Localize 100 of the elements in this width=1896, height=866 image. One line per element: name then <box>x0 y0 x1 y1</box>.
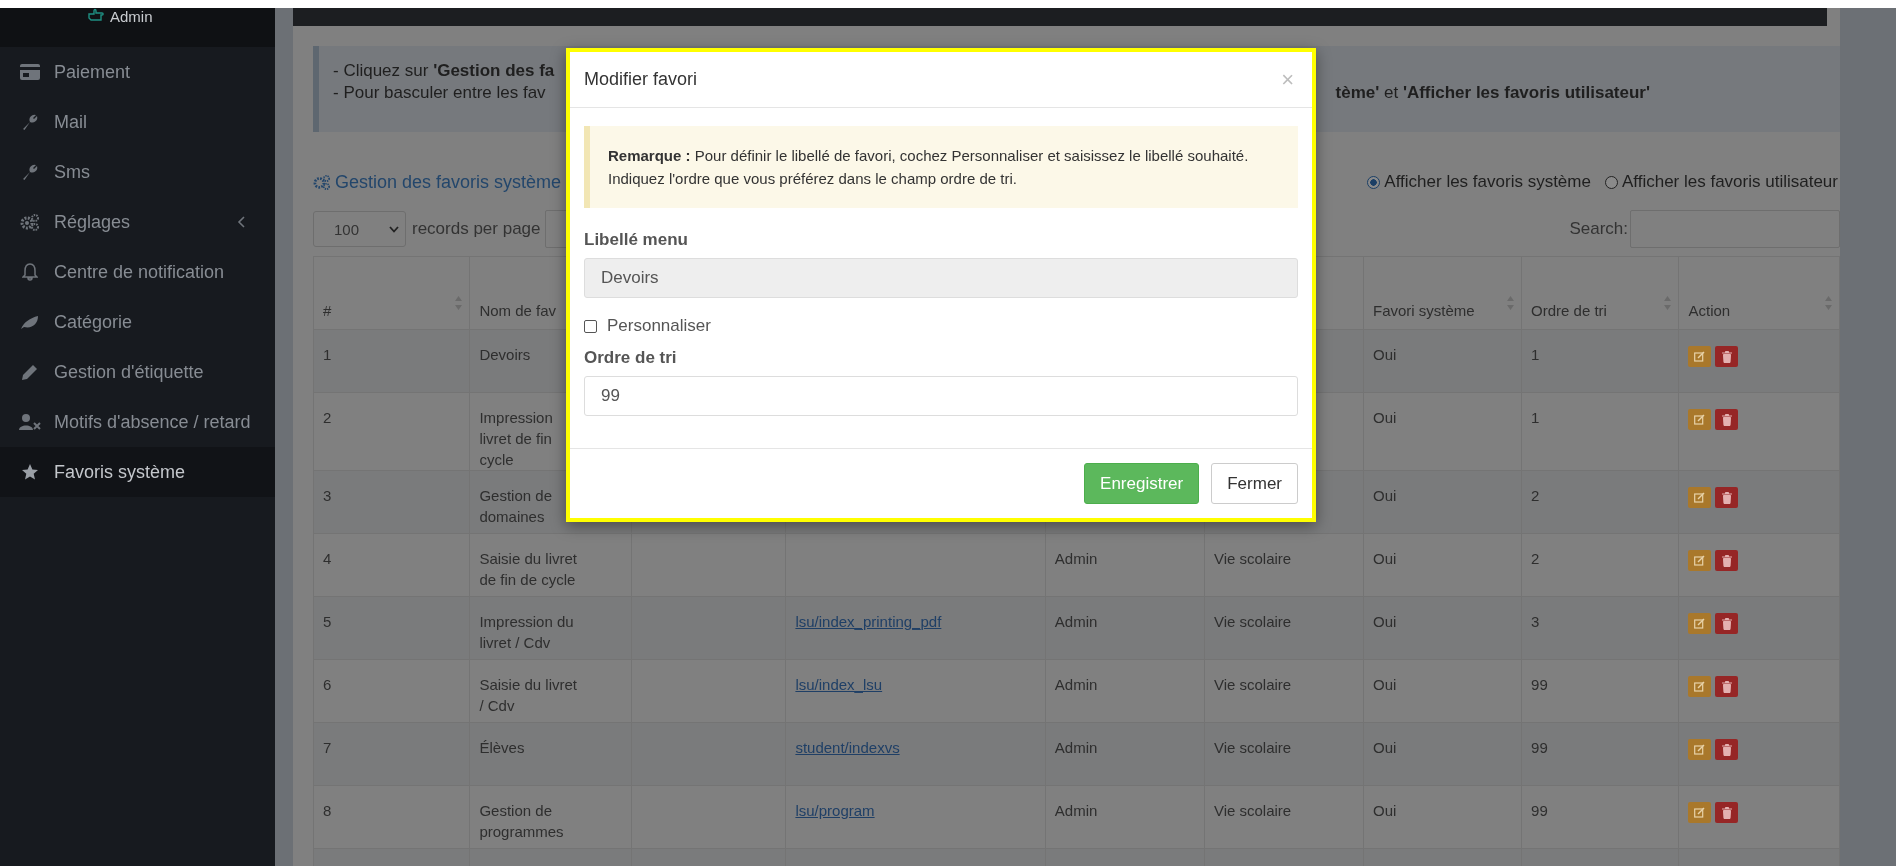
delete-button[interactable] <box>1715 802 1739 823</box>
table-cell: 1 <box>323 346 332 363</box>
modal-title: Modifier favori <box>584 69 698 90</box>
page-size-select[interactable]: 100 <box>313 211 406 247</box>
table-cell-text: Impression livret de fin cycle <box>479 408 554 470</box>
table-cell: Oui <box>1373 613 1397 630</box>
delete-button[interactable] <box>1715 739 1739 760</box>
user-name: Admin <box>110 8 153 26</box>
edit-button[interactable] <box>1688 676 1712 697</box>
link[interactable]: lsu/index_lsu <box>795 676 883 693</box>
table-cell-text: Saisie du livret / Cdv <box>479 675 578 716</box>
delete-button[interactable] <box>1715 676 1739 697</box>
delete-button[interactable] <box>1715 409 1739 430</box>
sidebar-item[interactable]: Favoris système <box>0 447 275 497</box>
delete-button[interactable] <box>1715 613 1739 634</box>
close-dialog-button[interactable]: Fermer <box>1211 463 1298 504</box>
trash-icon <box>1722 617 1732 630</box>
edit-icon <box>1694 618 1706 629</box>
sidebar-item[interactable]: Gestion d'étiquette <box>0 347 275 397</box>
table-cell: Vie scolaire <box>1213 676 1292 693</box>
sidebar-item[interactable]: Réglages <box>0 197 275 247</box>
table-cell: 6 <box>323 676 332 693</box>
table-cell: 8 <box>323 802 332 819</box>
table-cell: Oui <box>1373 739 1397 756</box>
table-cell: 99 <box>1531 739 1548 756</box>
checkbox[interactable] <box>584 319 597 333</box>
leaf-icon <box>20 314 40 330</box>
edit-button[interactable] <box>1688 613 1712 634</box>
table-cell: 99 <box>1531 676 1548 693</box>
table-cell: Oui <box>1373 409 1397 426</box>
table-cell: Admin <box>1054 676 1098 693</box>
bell-icon <box>22 263 38 281</box>
table-cell: 3 <box>1531 613 1540 630</box>
edit-icon <box>1694 492 1706 503</box>
edit-icon <box>1694 744 1706 755</box>
edit-icon <box>1694 351 1706 362</box>
pencil-icon <box>21 363 39 381</box>
radio-option[interactable]: Afficher les favoris utilisateur <box>1604 172 1838 192</box>
edit-icon <box>1694 681 1706 692</box>
link[interactable]: student/indexvs <box>795 739 900 756</box>
table-cell-text: Saisie du livret de fin de cycle <box>479 549 578 590</box>
sidebar-item[interactable]: Motifs d'absence / retard <box>0 397 275 447</box>
edit-button[interactable] <box>1688 346 1712 367</box>
table-cell: Admin <box>1054 613 1098 630</box>
wrench-icon <box>21 163 39 181</box>
column-header: # <box>323 302 332 319</box>
trash-icon <box>1722 743 1732 756</box>
table-cell: Admin <box>1054 739 1098 756</box>
edit-button[interactable] <box>1688 409 1712 430</box>
trash-icon <box>1722 491 1732 504</box>
table-cell-text: Élèves <box>479 738 526 758</box>
card-icon <box>20 64 40 80</box>
delete-button[interactable] <box>1715 550 1739 571</box>
sidebar-item[interactable]: Centre de notification <box>0 247 275 297</box>
sidebar-item[interactable]: Catégorie <box>0 297 275 347</box>
table-cell: Admin <box>1054 550 1098 567</box>
table-cell: 7 <box>323 739 332 756</box>
trash-icon <box>1722 554 1732 567</box>
gears-icon <box>20 213 40 231</box>
table-cell-text: Gestion de programmes <box>479 801 565 842</box>
table-cell: 5 <box>323 613 332 630</box>
trash-icon <box>1722 350 1732 363</box>
instruction-text: - Pour basculer entre les fav <box>333 82 546 104</box>
link[interactable]: lsu/program <box>795 802 875 819</box>
radio-button[interactable] <box>1367 175 1381 189</box>
sidebar-item[interactable]: Paiement <box>0 47 275 97</box>
table-cell: Vie scolaire <box>1213 802 1292 819</box>
sidebar-item[interactable]: Sms <box>0 147 275 197</box>
checkbox-option[interactable]: Personnaliser <box>584 316 1298 336</box>
edit-button[interactable] <box>1688 487 1712 508</box>
column-header: Action <box>1688 302 1731 319</box>
table-cell: Vie scolaire <box>1213 613 1292 630</box>
column-header: Favori système <box>1373 302 1475 319</box>
table-cell: 99 <box>1531 802 1548 819</box>
edit-button[interactable] <box>1688 802 1712 823</box>
edit-button[interactable] <box>1688 739 1712 760</box>
hand-pointing-icon <box>88 8 104 22</box>
edit-icon <box>1694 807 1706 818</box>
table-cell: Oui <box>1373 487 1397 504</box>
star-icon <box>21 463 39 481</box>
delete-button[interactable] <box>1715 346 1739 367</box>
table-cell: Oui <box>1373 676 1397 693</box>
column-header: Nom de fav <box>479 302 557 319</box>
table-cell-text: Gestion de domaines <box>479 486 553 527</box>
trash-icon <box>1722 806 1732 819</box>
edit-button[interactable] <box>1688 550 1712 571</box>
field-label: Ordre de tri <box>584 348 678 368</box>
search-label: Search: <box>1569 219 1628 239</box>
table-cell: Vie scolaire <box>1213 550 1292 567</box>
radio-button[interactable] <box>1604 175 1618 189</box>
link[interactable]: lsu/index_printing_pdf <box>795 613 942 630</box>
sidebar-item[interactable]: Mail <box>0 97 275 147</box>
radio-option[interactable]: Afficher les favoris système <box>1367 172 1591 192</box>
table-cell: 2 <box>1531 487 1540 504</box>
gears-icon <box>313 174 331 190</box>
table-cell: Vie scolaire <box>1213 739 1292 756</box>
trash-icon <box>1722 413 1732 426</box>
table-cell-text: Devoirs <box>479 345 532 365</box>
delete-button[interactable] <box>1715 487 1739 508</box>
sort-order-field[interactable]: 99 <box>584 376 1298 416</box>
